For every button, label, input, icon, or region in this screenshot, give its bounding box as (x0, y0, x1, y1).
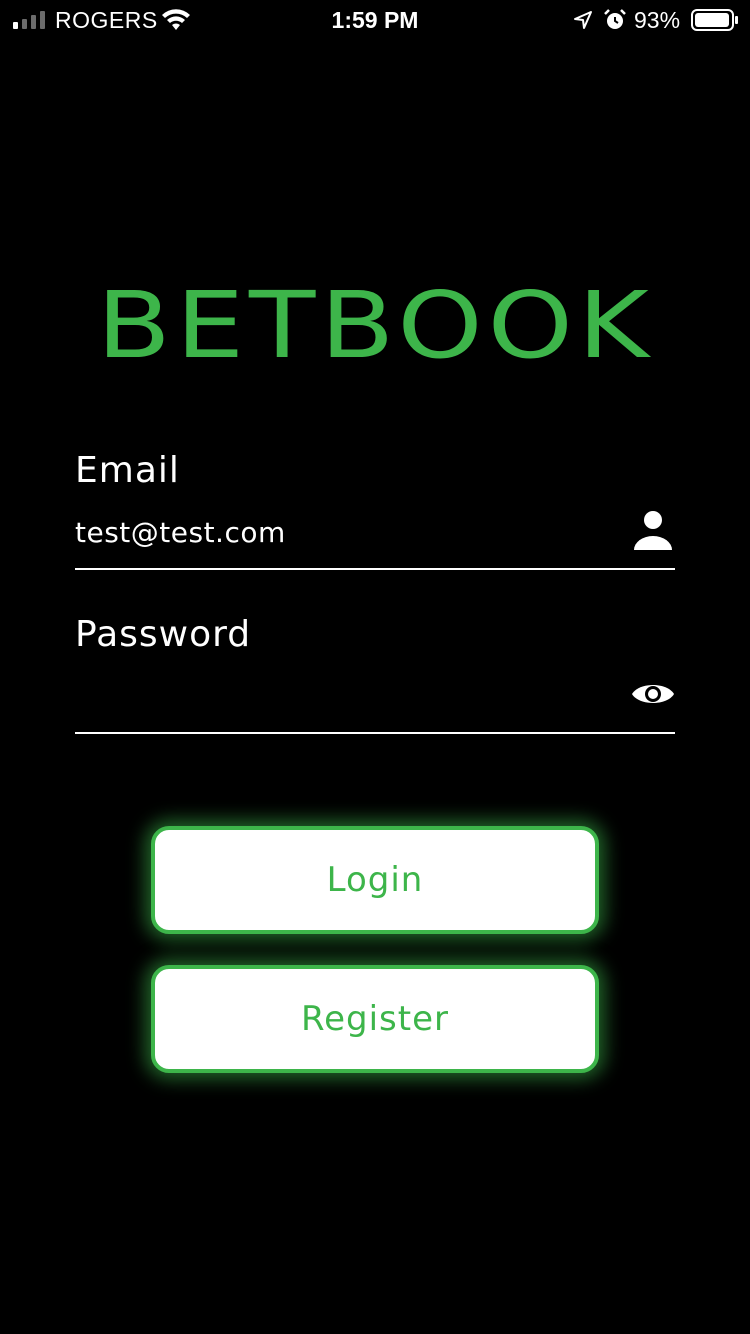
email-input[interactable] (75, 512, 615, 552)
email-label: Email (75, 450, 180, 491)
battery-icon (691, 9, 738, 31)
login-button[interactable]: Login (151, 826, 599, 934)
password-underline (75, 732, 675, 734)
alarm-icon (604, 9, 626, 29)
password-field-group: Password (75, 614, 675, 736)
location-icon (574, 11, 592, 29)
email-field-group: Email (75, 450, 675, 572)
status-bar: ROGERS 1:59 PM 93% (0, 0, 750, 40)
app-logo: BETBOOK (96, 272, 654, 379)
eye-icon[interactable] (631, 672, 675, 716)
email-underline (75, 568, 675, 570)
password-label: Password (75, 614, 252, 655)
password-input[interactable] (75, 676, 615, 716)
user-icon (634, 511, 672, 550)
battery-percent: 93% (634, 7, 681, 33)
register-button[interactable]: Register (151, 965, 599, 1073)
